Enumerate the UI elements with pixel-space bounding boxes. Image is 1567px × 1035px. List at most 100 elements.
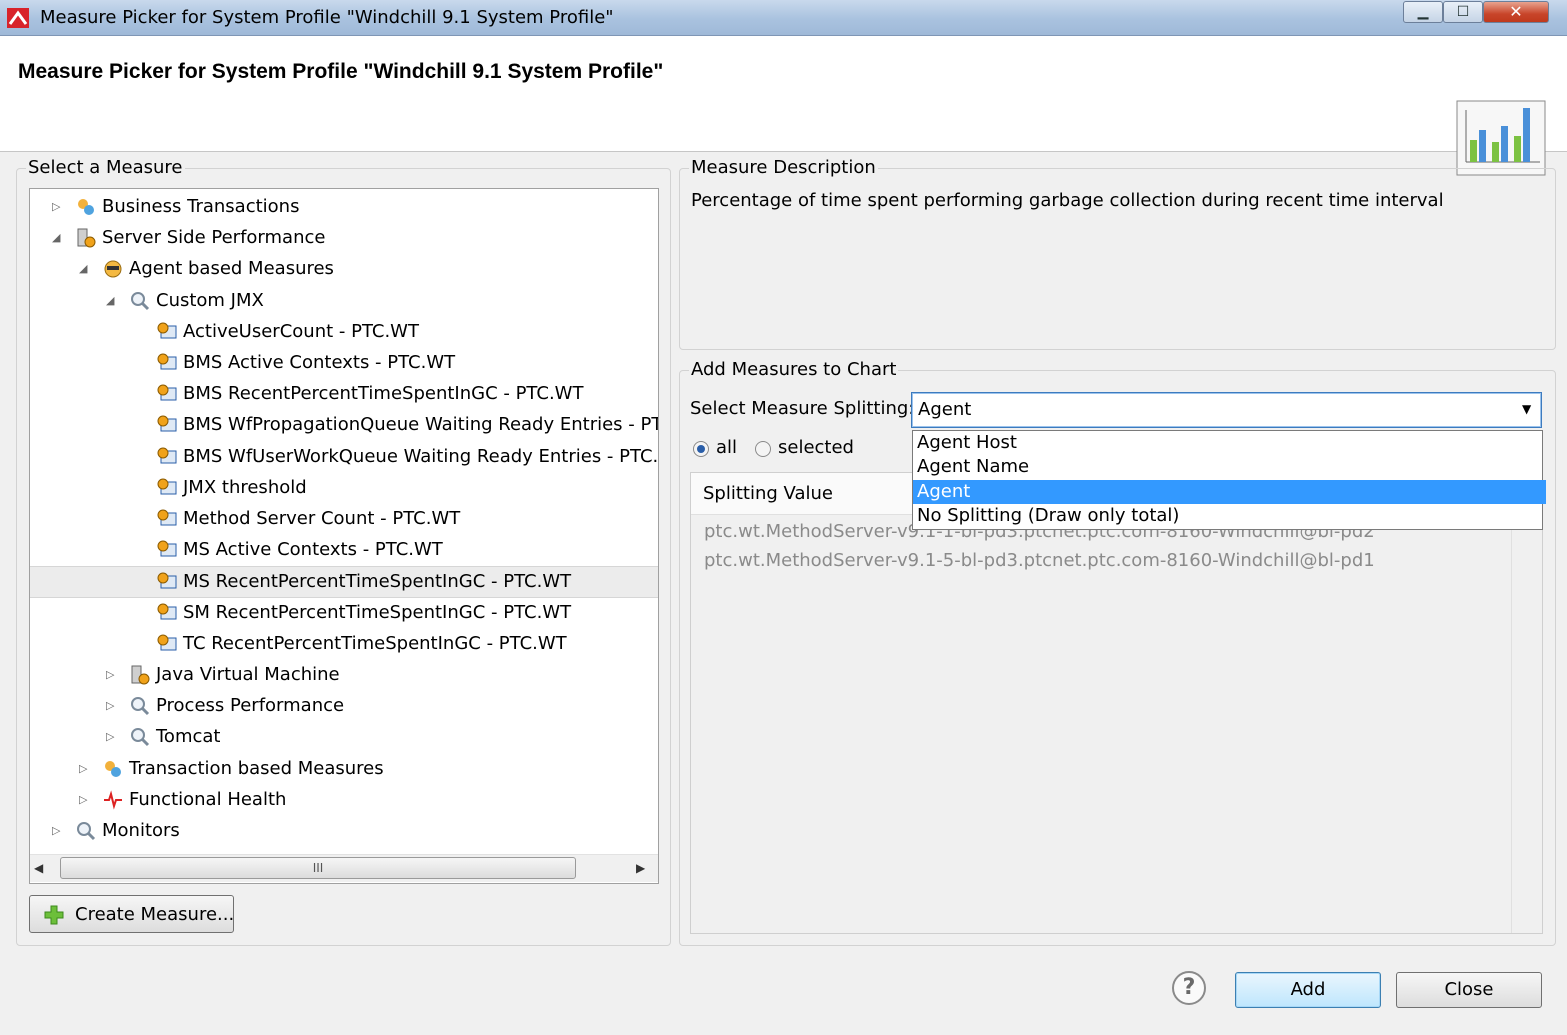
tree-item[interactable]: Method Server Count - PTC.WT (30, 504, 658, 534)
tree-item[interactable]: ▷ Process Performance (30, 691, 658, 721)
tree-item[interactable]: TC RecentPercentTimeSpentInGC - PTC.WT (30, 629, 658, 659)
tree-item-label: Java Virtual Machine (156, 664, 340, 685)
tree-item-label: Agent based Measures (129, 258, 334, 280)
tree-item-label: Transaction based Measures (129, 757, 384, 779)
add-measures-label: Add Measures to Chart (689, 359, 899, 380)
splitting-select[interactable]: Agent ▼ (911, 392, 1542, 428)
expand-arrow-icon[interactable]: ▷ (52, 200, 60, 213)
minimize-button[interactable]: ▁ (1403, 1, 1443, 23)
tree-item[interactable]: ▷ Functional Health (30, 785, 658, 815)
magnifier-icon (130, 727, 150, 747)
radio-all[interactable] (693, 441, 709, 457)
tree-item-label: Method Server Count - PTC.WT (183, 508, 461, 529)
expand-arrow-icon[interactable]: ▷ (106, 730, 114, 743)
tree-item-label: Functional Health (129, 788, 287, 810)
radio-selected[interactable] (755, 441, 771, 457)
tree-item-label: Tomcat (156, 726, 221, 748)
select-measure-label: Select a Measure (26, 157, 185, 178)
maximize-button[interactable]: ☐ (1443, 1, 1483, 23)
splitting-dropdown-list[interactable]: Agent Host Agent Name Agent No Splitting… (912, 430, 1546, 530)
tree-item-label: MS Active Contexts - PTC.WT (183, 539, 443, 561)
expand-arrow-icon[interactable]: ▷ (79, 762, 87, 775)
measure-description-label: Measure Description (689, 157, 878, 178)
tree-item-label: Monitors (102, 820, 180, 841)
tree-item[interactable]: BMS Active Contexts - PTC.WT (30, 348, 658, 378)
dropdown-arrow-icon[interactable]: ▼ (1522, 402, 1531, 416)
tree-item[interactable]: ▷ Business Transactions (30, 192, 658, 222)
jmx-measure-icon (157, 634, 177, 654)
magnifier-icon (130, 291, 150, 311)
tree-item[interactable]: MS RecentPercentTimeSpentInGC - PTC.WT (30, 566, 658, 599)
tree-item[interactable]: ▷ Transaction based Measures (30, 754, 658, 784)
scrollbar-thumb[interactable]: III (60, 857, 576, 879)
collapse-arrow-icon[interactable]: ◢ (106, 294, 114, 307)
bar-chart-icon (1456, 100, 1546, 176)
expand-arrow-icon[interactable]: ▷ (79, 793, 87, 806)
plus-icon (44, 905, 64, 925)
tree-item-label: Process Performance (156, 695, 345, 717)
tree-item-label: ActiveUserCount - PTC.WT (183, 320, 419, 342)
tree-item[interactable]: BMS WfPropagationQueue Waiting Ready Ent… (30, 410, 658, 440)
tree-horizontal-scrollbar[interactable]: ◀ III ▶ (30, 854, 658, 882)
create-measure-label: Create Measure... (75, 904, 235, 925)
tree-item[interactable]: ▷ Monitors (30, 816, 658, 846)
scroll-left-arrow-icon[interactable]: ◀ (34, 861, 43, 875)
tree-item[interactable]: ▷ Tomcat (30, 722, 658, 752)
splitting-values-table[interactable]: Splitting Value ptc.wt.MethodServer-v9.1… (690, 472, 1543, 934)
tree-item[interactable]: ◢ Custom JMX (30, 286, 658, 316)
close-button[interactable]: Close (1396, 972, 1542, 1008)
expand-arrow-icon[interactable]: ▷ (52, 824, 60, 837)
dialog-header: Measure Picker for System Profile "Windc… (0, 36, 1567, 176)
transactions-icon (76, 197, 96, 217)
collapse-arrow-icon[interactable]: ◢ (52, 231, 60, 244)
tree-item-label: BMS Active Contexts - PTC.WT (183, 352, 456, 373)
jmx-measure-icon (157, 478, 177, 498)
radio-selected-label[interactable]: selected (778, 437, 854, 458)
tree-item[interactable]: BMS RecentPercentTimeSpentInGC - PTC.WT (30, 379, 658, 409)
create-measure-button[interactable]: Create Measure... (29, 895, 234, 933)
option-no-splitting[interactable]: No Splitting (Draw only total) (913, 504, 1546, 528)
tree-item-label: SM RecentPercentTimeSpentInGC - PTC.WT (183, 601, 572, 623)
tree-item[interactable]: ◢ Server Side Performance (30, 223, 658, 253)
tree-item[interactable]: MS Active Contexts - PTC.WT (30, 535, 658, 565)
tree-item[interactable]: JMX threshold (30, 473, 658, 503)
tree-item[interactable]: SM RecentPercentTimeSpentInGC - PTC.WT (30, 598, 658, 628)
window-title: Measure Picker for System Profile "Windc… (40, 7, 614, 28)
jmx-measure-icon (157, 322, 177, 342)
jmx-measure-icon (157, 509, 177, 529)
tree-item-label: BMS RecentPercentTimeSpentInGC - PTC.WT (183, 383, 584, 405)
jmx-measure-icon (157, 540, 177, 560)
scroll-right-arrow-icon[interactable]: ▶ (636, 861, 645, 875)
health-icon (103, 790, 123, 810)
app-logo-icon (7, 8, 29, 28)
jmx-measure-icon (157, 353, 177, 373)
table-row[interactable]: ptc.wt.MethodServer-v9.1-5-bl-pd3.ptcnet… (704, 550, 1375, 571)
expand-arrow-icon[interactable]: ▷ (106, 699, 114, 712)
tree-item[interactable]: ▷ Java Virtual Machine (30, 660, 658, 690)
add-button[interactable]: Add (1235, 972, 1381, 1008)
jmx-measure-icon (157, 572, 177, 592)
option-agent-name[interactable]: Agent Name (913, 455, 1546, 479)
tree-item[interactable]: ActiveUserCount - PTC.WT (30, 317, 658, 347)
agent-icon (103, 259, 123, 279)
jmx-measure-icon (157, 415, 177, 435)
radio-all-label[interactable]: all (716, 437, 737, 458)
expand-arrow-icon[interactable]: ▷ (106, 668, 114, 681)
help-icon[interactable]: ? (1172, 971, 1206, 1005)
magnifier-icon (130, 696, 150, 716)
tree-item[interactable]: ◢ Agent based Measures (30, 254, 658, 284)
measure-tree[interactable]: ▷ Business Transactions ◢ Server Side Perfo… (29, 188, 659, 884)
magnifier-icon (76, 821, 96, 841)
option-agent[interactable]: Agent (913, 480, 1546, 504)
column-header-splitting-value[interactable]: Splitting Value (703, 483, 833, 504)
jmx-measure-icon (157, 447, 177, 467)
dialog-title: Measure Picker for System Profile "Windc… (18, 60, 664, 83)
tree-item[interactable]: BMS WfUserWorkQueue Waiting Ready Entrie… (30, 442, 658, 472)
tree-item-label: BMS WfPropagationQueue Waiting Ready Ent… (183, 414, 659, 436)
close-window-button[interactable]: ✕ (1483, 1, 1549, 23)
tree-item-label: BMS WfUserWorkQueue Waiting Ready Entrie… (183, 445, 659, 467)
option-agent-host[interactable]: Agent Host (913, 431, 1546, 455)
transactions-icon (103, 759, 123, 779)
window-titlebar[interactable]: Measure Picker for System Profile "Windc… (0, 0, 1567, 36)
collapse-arrow-icon[interactable]: ◢ (79, 262, 87, 275)
